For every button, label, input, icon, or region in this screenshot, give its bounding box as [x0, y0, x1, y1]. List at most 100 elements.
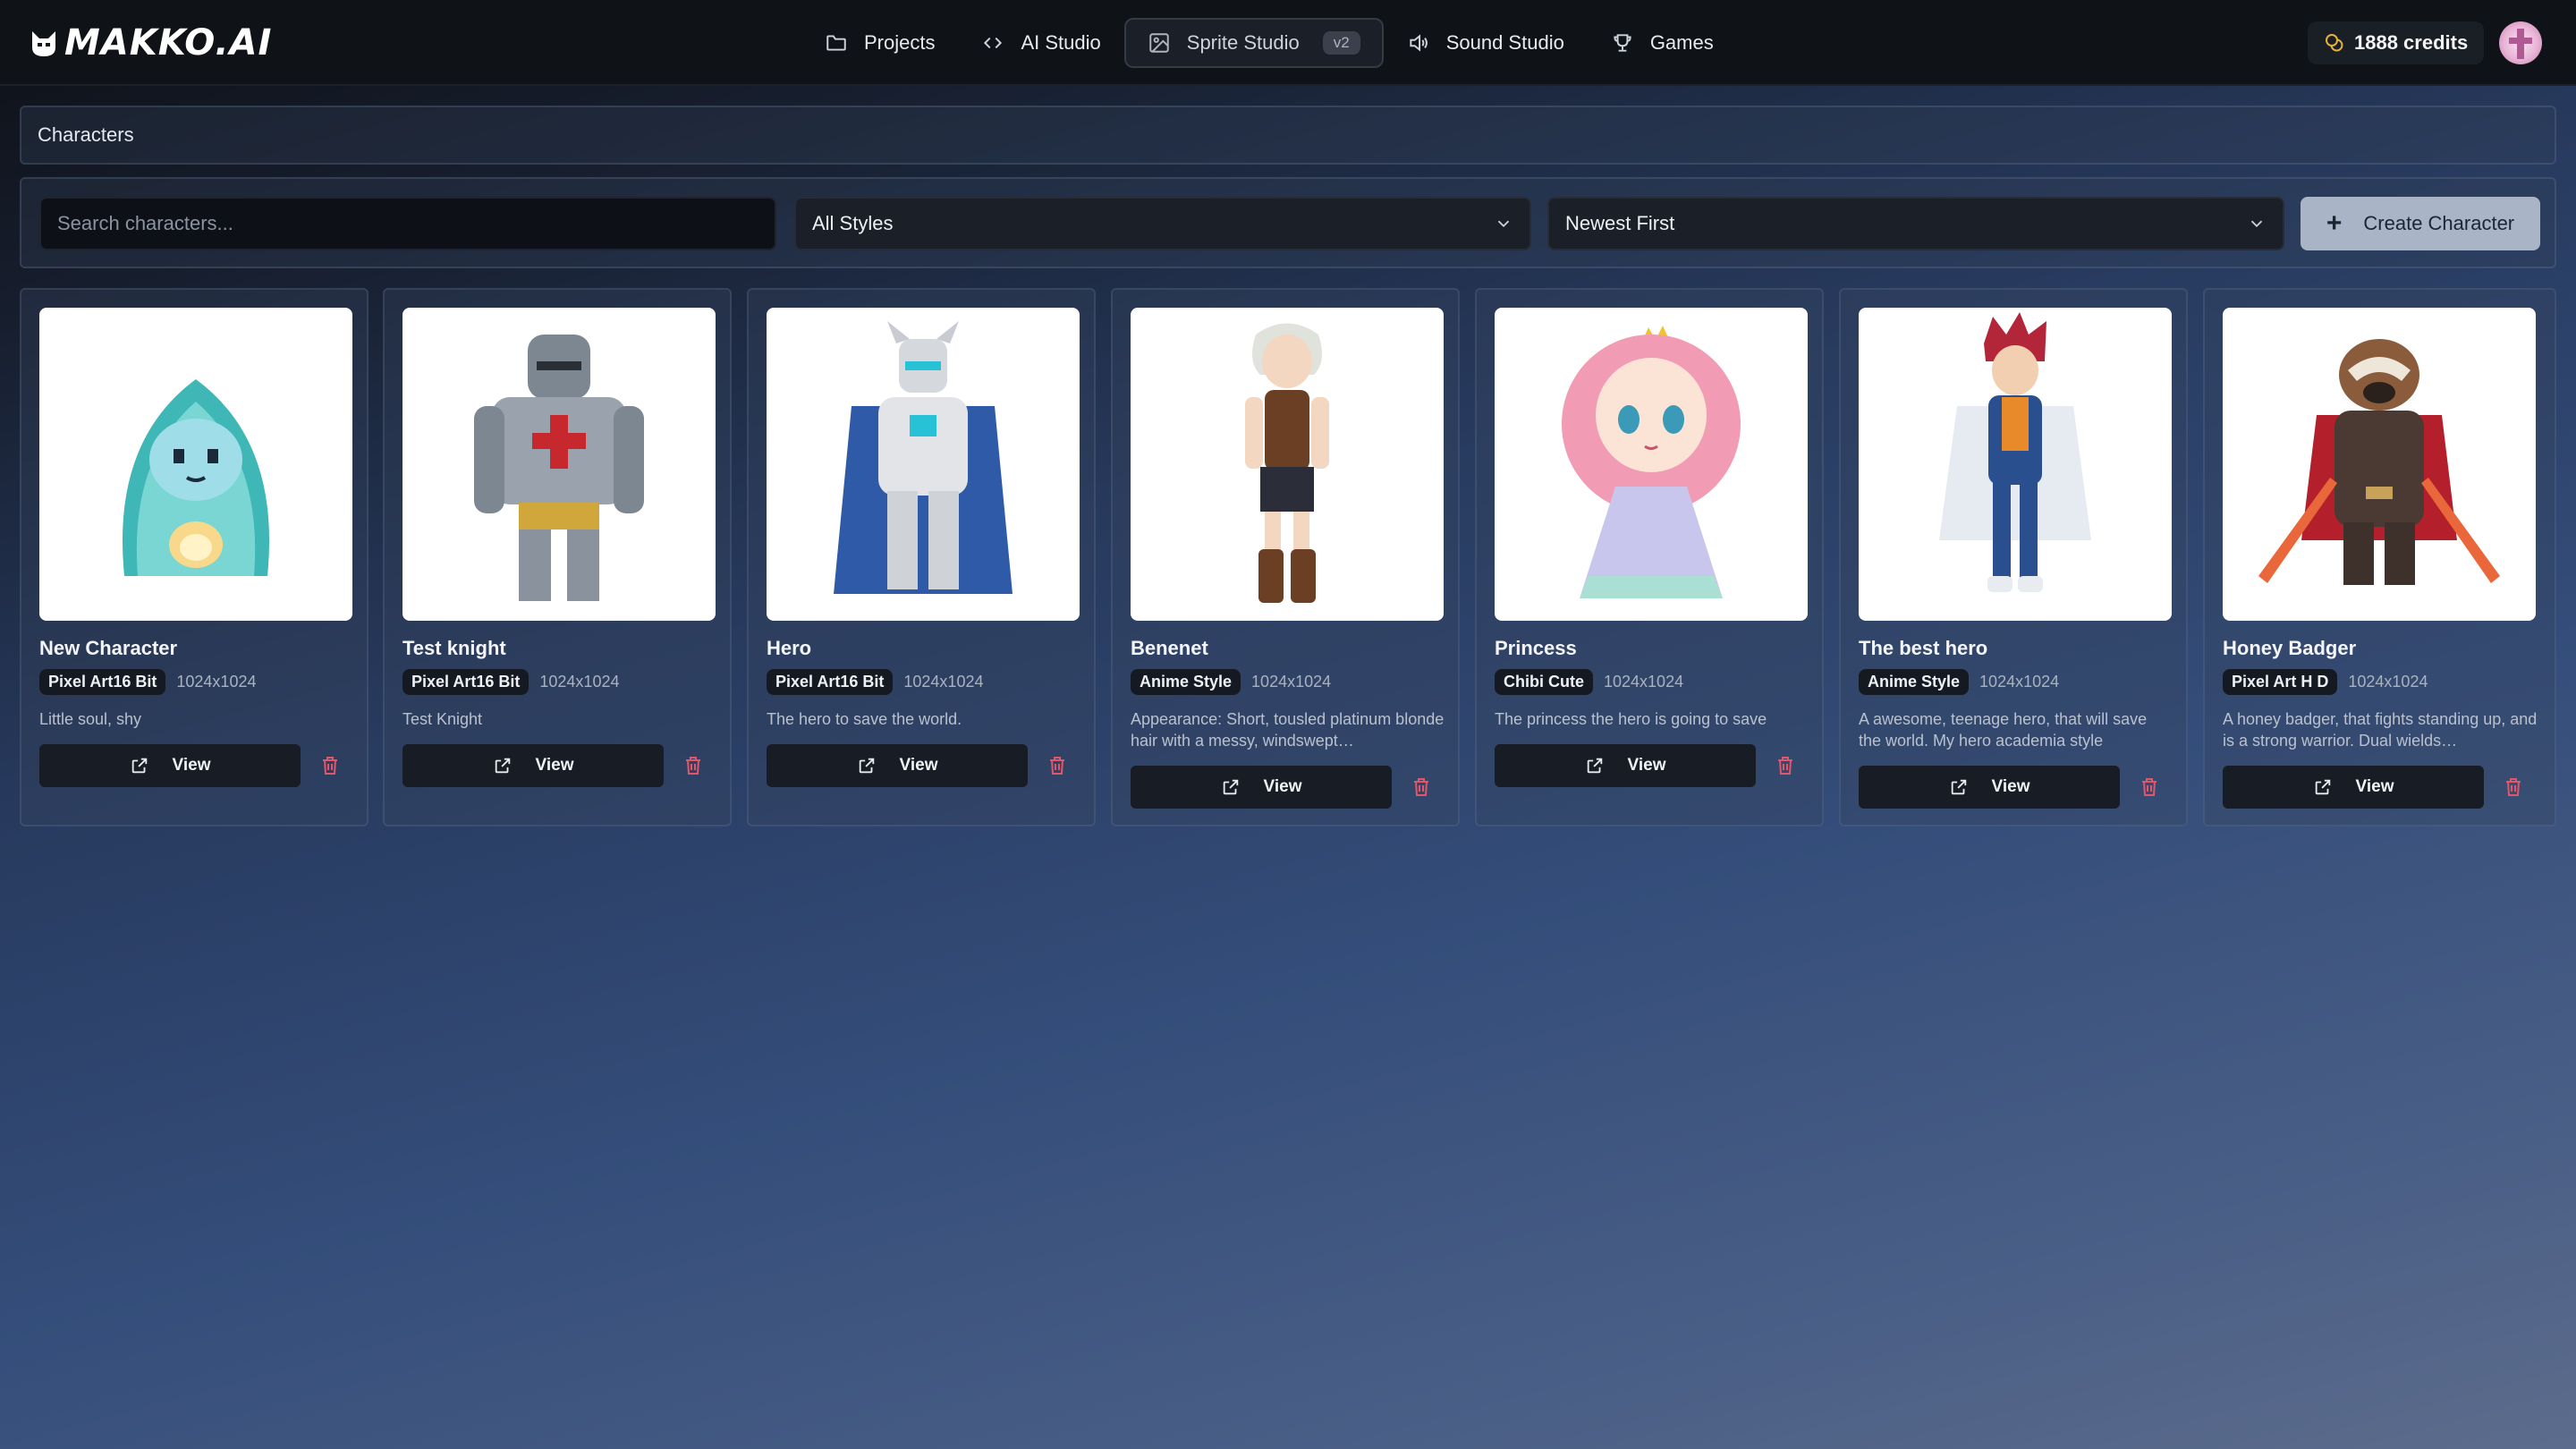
trash-icon[interactable]	[1411, 776, 1431, 798]
character-name: Honey Badger	[2223, 637, 2357, 659]
top-bar: MAKKO.AI Projects AI Studio Sprite Studi…	[0, 0, 2576, 86]
character-thumbnail[interactable]	[1495, 308, 1808, 621]
credits-label: 1888 credits	[2354, 31, 2469, 54]
trash-icon[interactable]	[2140, 776, 2159, 798]
character-name: The best hero	[1859, 637, 1988, 659]
character-thumbnail[interactable]	[767, 308, 1080, 621]
folder-icon	[826, 35, 846, 51]
image-icon	[1149, 33, 1169, 53]
section-header: Characters	[20, 106, 2556, 165]
chevron-down-icon	[2250, 220, 2263, 228]
character-thumbnail[interactable]	[39, 308, 352, 621]
nav-sprite-studio[interactable]: Sprite Studio v2	[1123, 18, 1384, 68]
dimensions-label: 1024x1024	[1979, 673, 2060, 691]
credits-badge[interactable]: 1888 credits	[2308, 21, 2485, 64]
external-link-icon	[1587, 758, 1602, 774]
avatar-image	[2509, 29, 2532, 59]
view-button[interactable]: View	[402, 744, 664, 787]
coins-icon	[2326, 34, 2343, 52]
dimensions-label: 1024x1024	[2348, 673, 2428, 691]
brand-logo[interactable]: MAKKO.AI	[30, 20, 272, 66]
view-label: View	[899, 756, 938, 775]
code-icon	[984, 37, 1003, 49]
external-link-icon	[859, 758, 874, 774]
character-description: Little soul, shy	[39, 710, 142, 728]
character-thumbnail[interactable]	[1131, 308, 1444, 621]
character-thumbnail[interactable]	[402, 308, 716, 621]
brand-name: MAKKO.AI	[64, 22, 273, 64]
character-card: Benenet Anime Style 1024x1024 Appearance…	[1111, 288, 1460, 826]
character-thumbnail[interactable]	[2223, 308, 2536, 621]
style-badge: Chibi Cute	[1495, 669, 1593, 695]
armored-hero-sprite-image	[834, 321, 1013, 594]
character-grid: New Character Pixel Art16 Bit 1024x1024 …	[20, 288, 2556, 826]
dimensions-label: 1024x1024	[903, 673, 984, 691]
character-name: Benenet	[1131, 637, 1208, 659]
view-button[interactable]: View	[39, 744, 301, 787]
view-label: View	[172, 756, 211, 775]
view-button[interactable]: View	[2223, 766, 2484, 809]
character-card: The best hero Anime Style 1024x1024 A aw…	[1839, 288, 2188, 826]
dimensions-label: 1024x1024	[539, 673, 620, 691]
view-label: View	[1627, 756, 1666, 775]
view-button[interactable]: View	[1859, 766, 2120, 809]
character-meta: Chibi Cute 1024x1024	[1495, 669, 1683, 695]
dimensions-label: 1024x1024	[1251, 673, 1332, 691]
view-button[interactable]: View	[1495, 744, 1756, 787]
trash-icon[interactable]	[683, 755, 703, 776]
nav-ai-studio[interactable]: AI Studio	[958, 18, 1123, 68]
main-nav: Projects AI Studio Sprite Studio v2 Soun…	[801, 18, 1737, 68]
character-meta: Pixel Art H D 1024x1024	[2223, 669, 2428, 695]
style-badge: Anime Style	[1131, 669, 1241, 695]
cat-mask-icon	[32, 31, 55, 56]
sort-select[interactable]: Newest First	[1547, 197, 2284, 250]
plus-icon: +	[2326, 208, 2343, 238]
style-badge: Pixel Art16 Bit	[767, 669, 894, 695]
view-button[interactable]: View	[1131, 766, 1392, 809]
trophy-icon	[1614, 34, 1631, 52]
style-badge: Pixel Art16 Bit	[402, 669, 530, 695]
version-badge: v2	[1322, 31, 1360, 55]
nav-label: Sound Studio	[1445, 31, 1564, 54]
section-title: Characters	[38, 123, 134, 146]
create-character-label: Create Character	[2363, 212, 2515, 234]
view-label: View	[2355, 777, 2394, 796]
knight-sprite-image	[474, 335, 644, 601]
character-card: New Character Pixel Art16 Bit 1024x1024 …	[20, 288, 369, 826]
character-name: Princess	[1495, 637, 1577, 659]
character-name: Hero	[767, 637, 812, 659]
trash-icon[interactable]	[320, 755, 340, 776]
nav-games[interactable]: Games	[1588, 18, 1737, 68]
character-meta: Anime Style 1024x1024	[1859, 669, 2059, 695]
view-label: View	[535, 756, 574, 775]
create-character-button[interactable]: + Create Character	[2301, 197, 2540, 250]
user-avatar[interactable]	[2499, 21, 2542, 64]
view-button[interactable]: View	[767, 744, 1028, 787]
character-thumbnail[interactable]	[1859, 308, 2172, 621]
nav-label: Projects	[864, 31, 936, 54]
character-description: A awesome, teenage hero, that will save …	[1859, 710, 2148, 750]
chevron-down-icon	[1497, 220, 1510, 228]
character-card: Hero Pixel Art16 Bit 1024x1024 The hero …	[747, 288, 1096, 826]
nav-sound-studio[interactable]: Sound Studio	[1384, 18, 1588, 68]
nav-label: Sprite Studio	[1186, 31, 1300, 54]
trash-icon[interactable]	[1775, 755, 1795, 776]
character-name: Test knight	[402, 637, 506, 659]
external-link-icon	[1951, 779, 1966, 795]
style-badge: Pixel Art H D	[2223, 669, 2338, 695]
character-description: A honey badger, that fights standing up,…	[2223, 710, 2538, 750]
external-link-icon	[131, 758, 147, 774]
trash-icon[interactable]	[2504, 776, 2523, 798]
ghost-sprite-image	[122, 379, 270, 576]
character-meta: Anime Style 1024x1024	[1131, 669, 1331, 695]
anime-girl-image	[1245, 323, 1329, 603]
sort-select-value: Newest First	[1565, 212, 1675, 234]
search-input[interactable]	[39, 197, 776, 250]
nav-projects[interactable]: Projects	[801, 18, 958, 68]
character-meta: Pixel Art16 Bit 1024x1024	[767, 669, 983, 695]
honey-badger-warrior-image	[2258, 339, 2500, 585]
trash-icon[interactable]	[1047, 755, 1067, 776]
dimensions-label: 1024x1024	[1604, 673, 1684, 691]
style-select[interactable]: All Styles	[794, 197, 1531, 250]
nav-label: Games	[1649, 31, 1714, 54]
